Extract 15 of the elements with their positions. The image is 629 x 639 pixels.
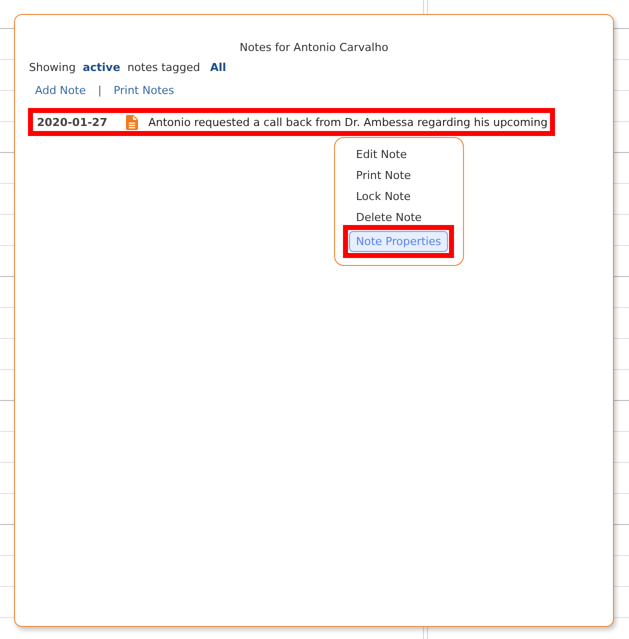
action-link[interactable]: Add Note (35, 83, 86, 99)
filter-label: Showing (29, 60, 76, 76)
menu-item[interactable]: Lock Note (349, 189, 418, 204)
menu-item[interactable]: Delete Note (349, 210, 429, 225)
note-date: 2020-01-27 (37, 116, 108, 128)
document-icon (126, 114, 138, 130)
menu-item[interactable]: Edit Note (349, 147, 414, 162)
dialog-title: Notes for Antonio Carvalho (240, 41, 388, 54)
note-text[interactable]: Antonio requested a call back from Dr. Ambessa regarding his upcoming (148, 116, 548, 128)
filter-label: notes tagged (127, 60, 200, 76)
menu-item[interactable]: Print Note (349, 168, 418, 183)
action-link[interactable]: Print Notes (114, 83, 174, 99)
link-separator: | (98, 83, 102, 99)
tag-link[interactable]: All (210, 60, 226, 76)
status-link[interactable]: active (82, 60, 120, 76)
